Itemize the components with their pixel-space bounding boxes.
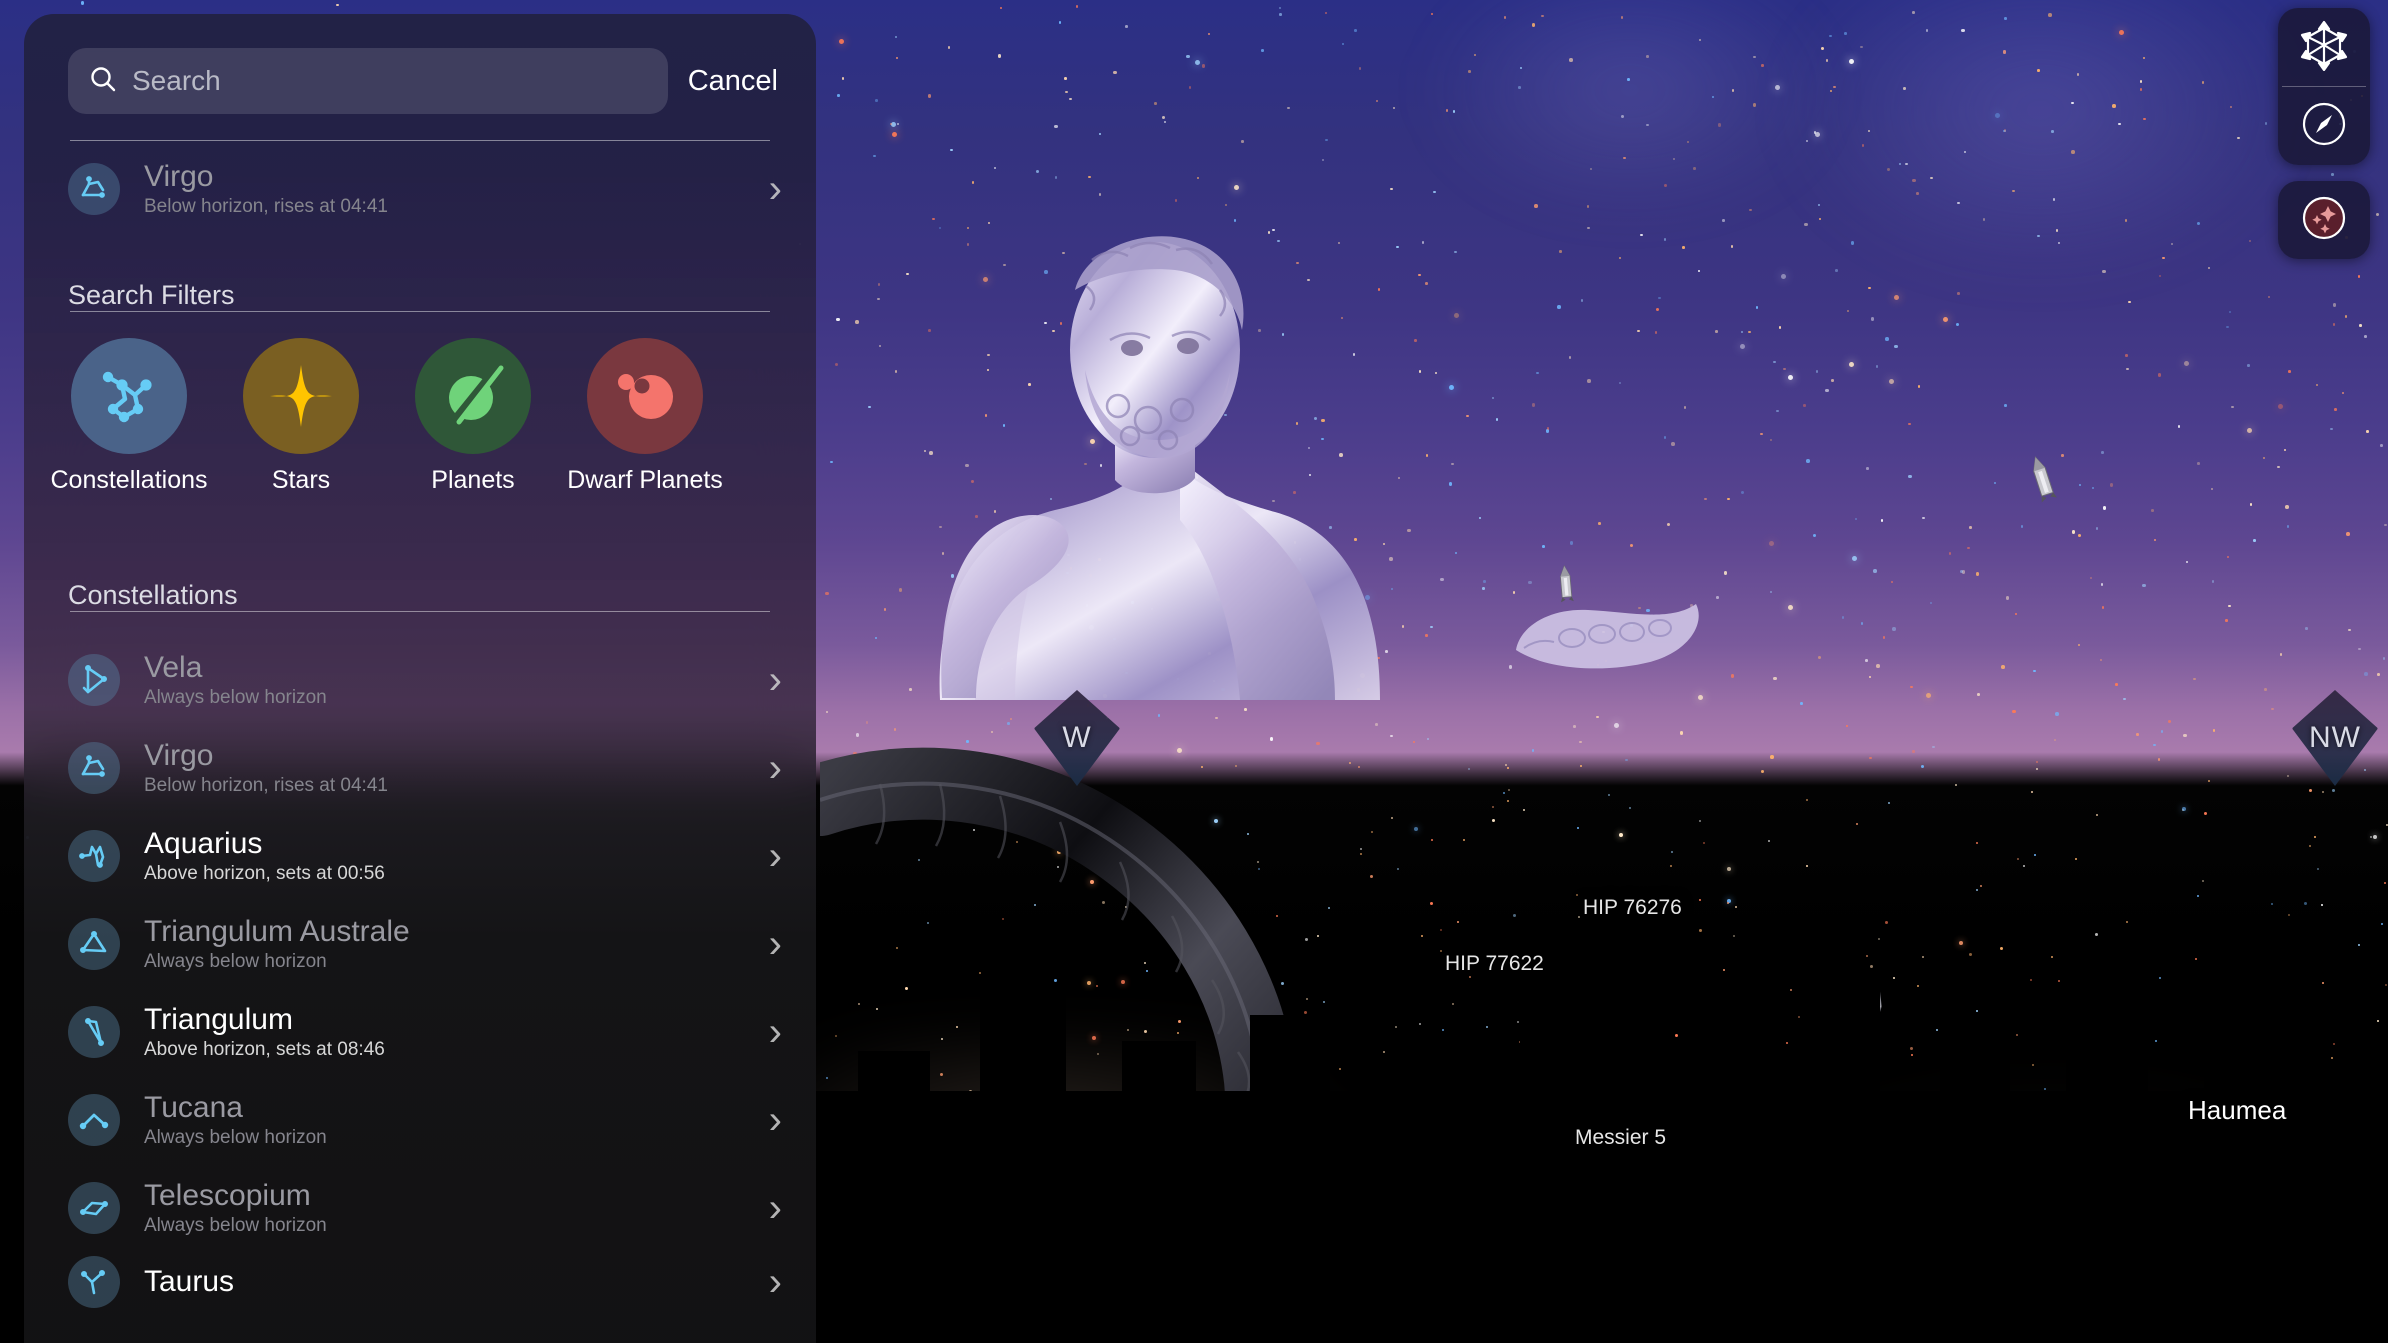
filter-stars[interactable]: Stars <box>240 338 362 495</box>
list-item-name: Vela <box>144 651 203 684</box>
compass-button[interactable] <box>2278 87 2370 165</box>
filter-constellations[interactable]: Constellations <box>50 338 208 495</box>
sky-guide-app: W NW HIP 76276 HIP 77622 Messier 5 Haume… <box>0 0 2388 1343</box>
filter-label-constellations: Constellations <box>50 466 208 494</box>
star-icon <box>243 338 359 454</box>
chevron-right-icon: › <box>768 1260 782 1304</box>
list-item-subtitle: Always below horizon <box>144 687 327 708</box>
constellation-telescopium-icon <box>68 1182 120 1234</box>
constellation-icon <box>71 338 187 454</box>
constellation-aquarius-icon <box>68 830 120 882</box>
chevron-right-icon: › <box>768 1098 782 1142</box>
filter-label-planets: Planets <box>431 466 515 494</box>
toolbar-group-view <box>2278 8 2370 165</box>
list-item-subtitle: Above horizon, sets at 08:46 <box>144 1039 385 1060</box>
top-result-row-virgo[interactable]: Virgo Below horizon, rises at 04:41 › <box>24 141 816 237</box>
search-filters: Constellations Stars Planets Dwarf Plane… <box>24 312 816 505</box>
list-item-telescopium[interactable]: Telescopium Always below horizon › <box>24 1164 816 1252</box>
cancel-button[interactable]: Cancel <box>688 65 788 98</box>
sky-label-messier-5[interactable]: Messier 5 <box>1575 1126 1666 1150</box>
list-item-aquarius[interactable]: Aquarius Above horizon, sets at 00:56 › <box>24 812 816 900</box>
toolbar-group-night <box>2278 181 2370 259</box>
dwarf-planet-icon <box>587 338 703 454</box>
list-item-vela[interactable]: Vela Always below horizon › <box>24 636 816 724</box>
list-item-name: Taurus <box>144 1265 235 1298</box>
search-input[interactable]: Search <box>68 48 668 114</box>
chevron-right-icon: › <box>768 746 782 790</box>
constellation-virgo-icon <box>68 742 120 794</box>
list-item-tucana[interactable]: Tucana Always below horizon › <box>24 1076 816 1164</box>
search-bar-row: Search Cancel <box>24 14 816 114</box>
list-item-taurus[interactable]: Taurus › <box>24 1252 816 1312</box>
filter-planets[interactable]: Planets <box>412 338 534 495</box>
chevron-right-icon: › <box>768 658 782 702</box>
constellation-triangulum-icon <box>68 1006 120 1058</box>
chevron-right-icon: › <box>768 922 782 966</box>
list-item-name: Triangulum <box>144 1003 293 1036</box>
top-result-text: Virgo Below horizon, rises at 04:41 <box>144 160 745 218</box>
list-item-subtitle: Above horizon, sets at 00:56 <box>144 863 385 884</box>
search-panel: Search Cancel Virgo Below horizon, rises… <box>24 14 816 1343</box>
search-filters-header: Search Filters <box>68 280 235 310</box>
filter-label-stars: Stars <box>271 466 331 494</box>
chevron-right-icon: › <box>768 167 782 211</box>
list-item-virgo[interactable]: Virgo Below horizon, rises at 04:41 › <box>24 724 816 812</box>
stars-circle-icon <box>2299 193 2349 248</box>
nebula-glow-top <box>1420 0 1840 220</box>
constellation-virgo-icon <box>68 163 120 215</box>
right-toolbar <box>2278 8 2370 259</box>
night-mode-button[interactable] <box>2278 181 2370 259</box>
search-placeholder: Search <box>132 65 221 96</box>
search-icon <box>88 64 118 99</box>
constellations-list-header: Constellations <box>68 580 238 610</box>
planet-icon <box>415 338 531 454</box>
filter-label-dwarf-planets: Dwarf Planets <box>567 466 723 494</box>
list-item-subtitle: Below horizon, rises at 04:41 <box>144 775 388 796</box>
constellation-triangulum-australe-icon <box>68 918 120 970</box>
top-result-subtitle: Below horizon, rises at 04:41 <box>144 196 388 217</box>
list-item-subtitle: Always below horizon <box>144 1215 327 1236</box>
list-item-subtitle: Always below horizon <box>144 951 327 972</box>
list-item-name: Tucana <box>144 1091 243 1124</box>
filter-dwarf-planets[interactable]: Dwarf Planets <box>567 338 723 495</box>
list-item-name: Triangulum Australe <box>144 915 410 948</box>
chevron-right-icon: › <box>768 834 782 878</box>
compass-label-nw: NW <box>2309 721 2361 754</box>
sky-label-hip-76276[interactable]: HIP 76276 <box>1583 896 1682 920</box>
constellation-vela-icon <box>68 654 120 706</box>
chevron-right-icon: › <box>768 1010 782 1054</box>
ar-cube-button[interactable] <box>2278 8 2370 86</box>
top-result-name: Virgo <box>144 160 214 193</box>
sky-label-hip-77622[interactable]: HIP 77622 <box>1445 952 1544 976</box>
constellation-taurus-icon <box>68 1256 120 1308</box>
list-item-triangulum[interactable]: Triangulum Above horizon, sets at 08:46 … <box>24 988 816 1076</box>
compass-icon <box>2299 99 2349 154</box>
list-item-name: Virgo <box>144 739 214 772</box>
list-item-name: Aquarius <box>144 827 263 860</box>
hercules-figure-art <box>880 230 1540 710</box>
list-item-triangulum-australe[interactable]: Triangulum Australe Always below horizon… <box>24 900 816 988</box>
ar-cube-icon <box>2298 19 2350 76</box>
list-item-name: Telescopium <box>144 1179 311 1212</box>
chevron-right-icon: › <box>768 1186 782 1230</box>
compass-label-w: W <box>1062 721 1092 754</box>
list-item-subtitle: Always below horizon <box>144 1127 327 1148</box>
constellation-tucana-icon <box>68 1094 120 1146</box>
nebula-glow-top-right <box>1780 0 2300 280</box>
sky-label-haumea[interactable]: Haumea <box>2188 1095 2286 1126</box>
